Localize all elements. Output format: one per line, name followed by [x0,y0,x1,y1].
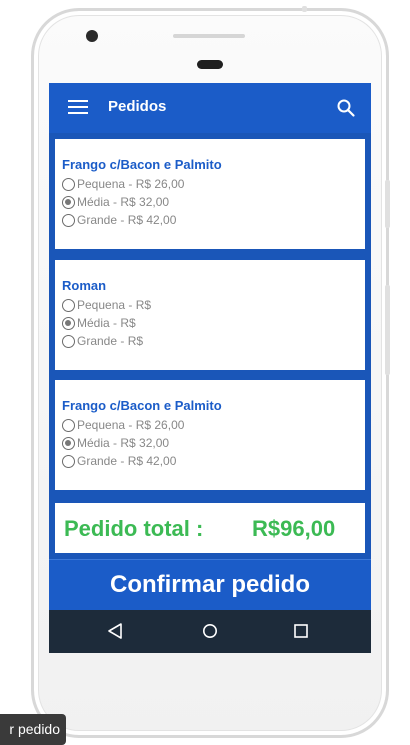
total-label: Pedido total : [64,516,204,541]
size-option-large[interactable]: Grande - R$ [62,332,358,350]
radio-button[interactable] [62,177,75,191]
radio-button[interactable] [62,454,75,468]
size-option-small[interactable]: Pequena - R$ [62,296,358,314]
back-icon[interactable] [107,622,123,640]
phone-power-button [385,180,390,228]
option-label: Média - R$ 32,00 [77,436,170,450]
option-label: Grande - R$ [77,334,144,348]
option-label: Média - R$ [77,316,136,330]
order-name: Roman [62,278,107,293]
option-label: Pequena - R$ 26,00 [77,177,185,191]
radio-button[interactable] [62,213,75,227]
size-option-medium[interactable]: Média - R$ [62,314,358,332]
option-label: Grande - R$ 42,00 [77,213,177,227]
option-label: Grande - R$ 42,00 [77,454,177,468]
radio-button-checked[interactable] [62,436,75,450]
recent-apps-icon[interactable] [294,624,308,638]
size-option-medium[interactable]: Média - R$ 32,00 [62,434,358,452]
order-name: Frango c/Bacon e Palmito [62,398,222,413]
size-option-medium[interactable]: Média - R$ 32,00 [62,193,358,211]
size-option-large[interactable]: Grande - R$ 42,00 [62,211,358,229]
phone-screen: Pedidos Frango c/Bacon e Palmito Pequena… [49,83,371,653]
option-label: Pequena - R$ [77,298,152,312]
order-card: Frango c/Bacon e Palmito Pequena - R$ 26… [55,380,365,490]
tooltip-text: r pedido [9,721,60,737]
total-value: R$96,00 [252,516,336,541]
size-option-small[interactable]: Pequena - R$ 26,00 [62,416,358,434]
home-icon[interactable] [202,623,218,639]
app-bar: Pedidos [49,83,371,133]
order-card: Frango c/Bacon e Palmito Pequena - R$ 26… [55,139,365,249]
option-label: Pequena - R$ 26,00 [77,418,185,432]
phone-volume-button [385,285,390,375]
menu-icon[interactable] [68,100,88,116]
android-nav-bar [49,610,371,653]
search-icon[interactable] [336,98,356,118]
tooltip: r pedido [0,714,66,745]
radio-button-checked[interactable] [62,195,75,209]
order-name: Frango c/Bacon e Palmito [62,157,222,172]
confirm-order-button[interactable]: Confirmar pedido [49,559,371,611]
radio-button-checked[interactable] [62,316,75,330]
option-label: Média - R$ 32,00 [77,195,170,209]
page-title: Pedidos [108,98,167,115]
earpiece-speaker [173,34,245,38]
order-card: Roman Pequena - R$ Média - R$ Grande - R… [55,260,365,370]
size-option-large[interactable]: Grande - R$ 42,00 [62,452,358,470]
proximity-sensor [197,60,223,69]
radio-button[interactable] [62,418,75,432]
radio-button[interactable] [62,298,75,312]
order-total-bar: Pedido total : R$96,00 [55,503,365,553]
phone-top-notch [302,6,307,12]
radio-button[interactable] [62,334,75,348]
size-option-small[interactable]: Pequena - R$ 26,00 [62,175,358,193]
front-camera [86,30,98,42]
